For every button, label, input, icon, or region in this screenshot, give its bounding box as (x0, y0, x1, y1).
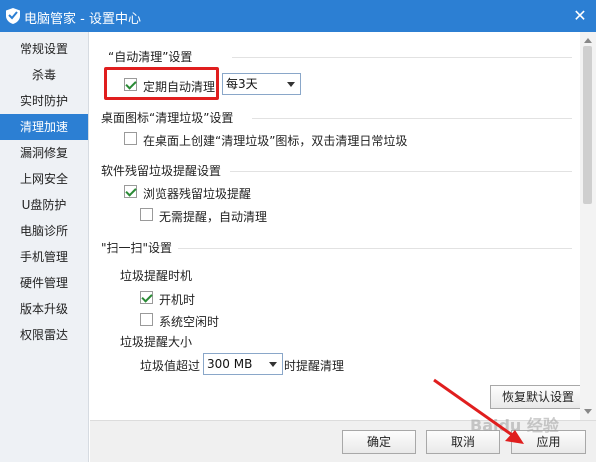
sidebar-item-permission-radar[interactable]: 权限雷达 (0, 322, 88, 348)
size-threshold-prefix: 垃圾值超过 (140, 359, 201, 373)
idle-checkbox[interactable] (140, 313, 153, 326)
sidebar-item-phone-management[interactable]: 手机管理 (0, 244, 88, 270)
sidebar-item-hardware[interactable]: 硬件管理 (0, 270, 88, 296)
size-threshold-suffix: 时提醒清理 (284, 359, 345, 373)
desktop-icon-title: 桌面图标“清理垃圾”设置 (101, 111, 234, 125)
close-button[interactable]: ✕ (570, 6, 590, 26)
size-threshold-select[interactable]: 300 MB (203, 353, 283, 375)
scan-title: "扫一扫"设置 (101, 241, 173, 255)
remind-timing-title: 垃圾提醒时机 (120, 269, 193, 283)
window-title: 电脑管家 - 设置中心 (24, 12, 141, 27)
size-threshold-value: 300 MB (207, 357, 253, 371)
divider (178, 248, 572, 249)
clean-interval-select[interactable]: 每3天 (222, 73, 301, 95)
sidebar-item-cleanup[interactable]: 清理加速 (0, 114, 88, 140)
sidebar-item-realtime-protection[interactable]: 实时防护 (0, 88, 88, 114)
remind-size-title: 垃圾提醒大小 (120, 335, 193, 349)
scroll-down-icon[interactable] (584, 409, 592, 414)
confirm-button[interactable]: 确定 (342, 430, 416, 454)
scrollbar[interactable] (580, 32, 596, 420)
desktop-icon-label: 在桌面上创建“清理垃圾”图标，双击清理日常垃圾 (143, 134, 408, 148)
annotation-highlight-box (104, 67, 219, 100)
sidebar-item-general[interactable]: 常规设置 (0, 36, 88, 62)
browser-residual-checkbox[interactable] (124, 185, 137, 198)
sidebar-item-vulnerability[interactable]: 漏洞修复 (0, 140, 88, 166)
scrollbar-thumb[interactable] (583, 46, 592, 204)
divider (230, 171, 572, 172)
idle-label: 系统空闲时 (159, 315, 220, 329)
sidebar-item-pc-clinic[interactable]: 电脑诊所 (0, 218, 88, 244)
chevron-down-icon (287, 82, 295, 87)
close-icon: ✕ (573, 6, 587, 25)
on-boot-label: 开机时 (159, 293, 196, 307)
restore-default-button[interactable]: 恢复默认设置 (490, 385, 586, 409)
divider (252, 118, 572, 119)
sidebar: 常规设置 杀毒 实时防护 清理加速 漏洞修复 上网安全 U盘防护 电脑诊所 手机… (0, 32, 89, 462)
chevron-down-icon (269, 362, 277, 367)
sidebar-item-usb-protection[interactable]: U盘防护 (0, 192, 88, 218)
watermark: Baidu 经验 (470, 416, 559, 435)
shield-logo-icon (6, 8, 20, 24)
desktop-icon-checkbox[interactable] (124, 132, 137, 145)
scroll-up-icon[interactable] (584, 38, 592, 43)
title-bar: 电脑管家 - 设置中心 ✕ (0, 0, 596, 32)
sidebar-item-antivirus[interactable]: 杀毒 (0, 62, 88, 88)
no-remind-checkbox[interactable] (140, 208, 153, 221)
on-boot-checkbox[interactable] (140, 291, 153, 304)
residual-title: 软件残留垃圾提醒设置 (101, 164, 222, 178)
clean-interval-value: 每3天 (226, 77, 258, 91)
browser-residual-label: 浏览器残留垃圾提醒 (143, 187, 252, 201)
no-remind-label: 无需提醒，自动清理 (159, 210, 268, 224)
sidebar-item-web-security[interactable]: 上网安全 (0, 166, 88, 192)
auto-clean-title: “自动清理”设置 (108, 50, 193, 64)
divider (232, 57, 572, 58)
sidebar-item-upgrade[interactable]: 版本升级 (0, 296, 88, 322)
